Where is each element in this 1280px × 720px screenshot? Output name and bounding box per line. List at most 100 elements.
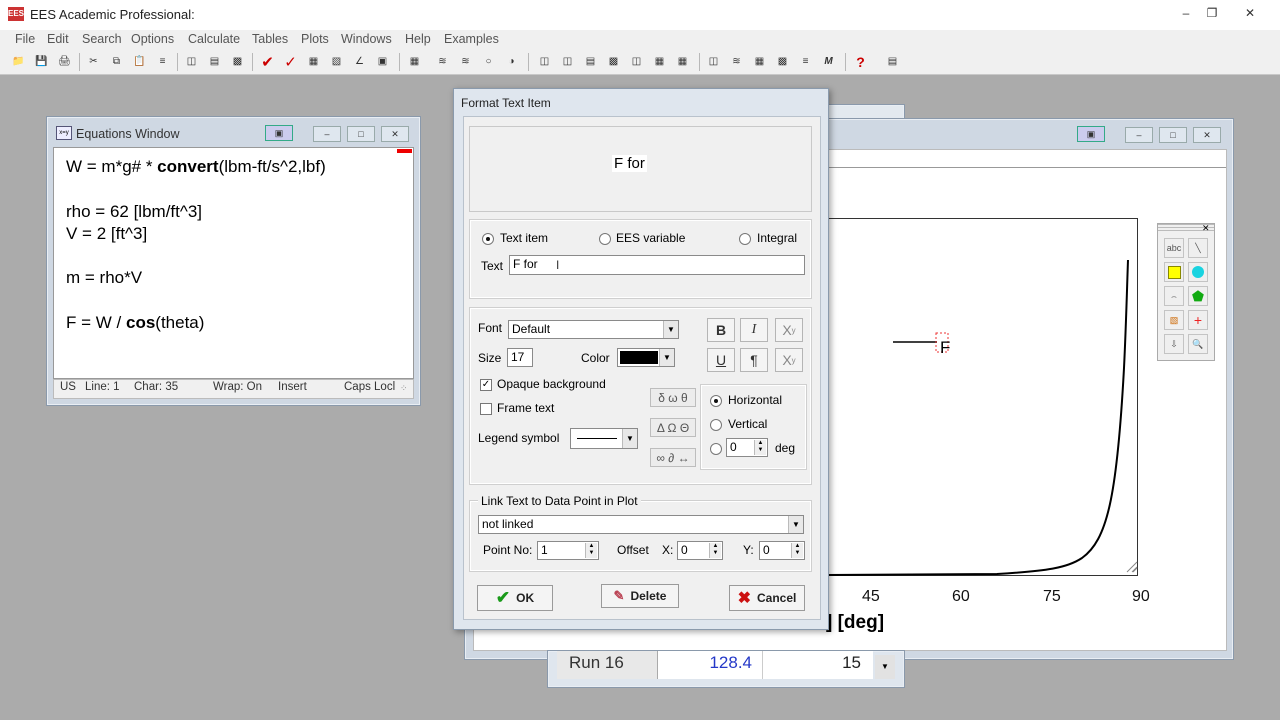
delete-button[interactable]: ✎ Delete [601,584,679,608]
text-icon[interactable]: ◫ [705,53,722,70]
parametric-table-icon[interactable]: ▧ [328,53,345,70]
math-symbols-button[interactable]: ∞ ∂ ↔ [650,448,696,467]
text-tool-icon[interactable]: abc [1164,238,1184,258]
cut-icon[interactable]: ✂ [85,53,102,70]
menu-options[interactable]: Options [131,32,174,46]
zoom-tool-icon[interactable]: 🔍 [1188,334,1208,354]
solve-icon[interactable]: ✓ [282,53,299,71]
rectangle-tool-icon[interactable] [1164,262,1184,282]
plot-window-pin-icon[interactable]: ▣ [1077,126,1105,142]
curve-fit-icon[interactable]: ◑ [503,53,520,70]
superscript-button[interactable]: Xy [775,348,803,372]
check-units-icon[interactable]: ✔ [259,53,276,71]
color-picker[interactable]: ▼ [617,348,675,367]
equations-restore-icon[interactable]: □ [347,126,375,142]
integral-radio[interactable] [739,233,751,245]
align-icon[interactable]: ≡ [797,53,814,70]
oval-tool-icon[interactable] [1188,262,1208,282]
spinner-icon[interactable]: ▲ ▼ [585,543,597,558]
save-icon[interactable]: 💾 [33,53,50,70]
spinner-icon[interactable]: ▲ ▼ [791,543,803,558]
calculator-icon[interactable]: ▦ [305,53,322,70]
opaque-background-checkbox[interactable]: ✓ [480,379,492,391]
angle-input[interactable]: 0 ▲ ▼ [726,438,768,457]
equations-editor[interactable]: W = m*g# * convert(lbm-ft/s^2,lbf) rho = … [53,147,414,379]
ok-button[interactable]: ✔ OK [477,585,553,611]
plot-minimize-icon[interactable]: – [1125,127,1153,143]
image-icon[interactable]: ▩ [774,53,791,70]
chart-grid-icon[interactable]: ▦ [751,53,768,70]
bold-button[interactable]: B [707,318,735,342]
xy-icon[interactable]: ◫ [536,53,553,70]
font-select[interactable]: Default ▼ [508,320,679,339]
crosshair-tool-icon[interactable]: + [1188,310,1208,330]
format-icon[interactable]: ≡ [154,53,171,70]
table-window-icon[interactable]: ▦ [406,53,423,70]
menu-windows[interactable]: Windows [341,32,392,46]
spinner-icon[interactable]: ▲ ▼ [754,440,766,455]
menu-tables[interactable]: Tables [252,32,288,46]
math-icon[interactable]: M [820,53,837,70]
grid-icon[interactable]: ▦ [651,53,668,70]
text-item-radio[interactable] [482,233,494,245]
solution-window-icon[interactable]: ▩ [229,53,246,70]
chart-icon[interactable]: ≋ [728,53,745,70]
list-icon[interactable]: ▤ [582,53,599,70]
menu-plots[interactable]: Plots [301,32,329,46]
spinner-icon[interactable]: ▲ ▼ [709,543,721,558]
cancel-button[interactable]: ✖ Cancel [729,585,805,611]
equations-window-icon[interactable]: ◫ [183,53,200,70]
plot-icon[interactable]: ∠ [351,53,368,70]
pointer-help-icon[interactable]: ▤ [884,53,901,70]
italic-button[interactable]: I [740,318,768,342]
formatted-equations-icon[interactable]: ▤ [206,53,223,70]
palette-close-icon[interactable]: ✕ [1202,223,1210,234]
table-cell[interactable]: 128.4 [658,651,763,679]
frame-text-checkbox[interactable] [480,403,492,415]
horizontal-radio[interactable] [710,395,722,407]
polygon-tool-icon[interactable]: ⬟ [1188,286,1208,306]
offset-y-input[interactable]: 0 ▲ ▼ [759,541,805,560]
print-icon[interactable]: 🖨 [56,53,73,70]
help-icon[interactable]: ? [852,53,869,70]
equations-minimize-icon[interactable]: – [313,126,341,142]
open-folder-icon[interactable]: 📁 [10,53,27,70]
property-plot-icon[interactable]: ≋ [457,53,474,70]
minimize-icon[interactable]: – [1172,4,1200,22]
lookup-table-icon[interactable]: ▣ [374,53,391,70]
resize-grip-icon[interactable]: ⁘ [400,383,408,394]
greek-lower-button[interactable]: δ ω θ [650,388,696,407]
line-tool-icon[interactable]: ╲ [1188,238,1208,258]
size-input[interactable]: 17 [507,348,533,367]
angle-radio[interactable] [710,443,722,455]
plot-text-item[interactable]: F [940,338,950,358]
residuals-icon[interactable]: ▩ [605,53,622,70]
curve-tool-icon[interactable]: ⌢ [1164,286,1184,306]
underline-button[interactable]: U [707,348,735,372]
arrays-icon[interactable]: ◫ [559,53,576,70]
equations-pin-icon[interactable]: ▣ [265,125,293,141]
table-icon[interactable]: ▦ [674,53,691,70]
table-cell[interactable]: 15 [763,651,873,679]
table-dropdown-icon[interactable]: ▼ [875,655,895,679]
ees-variable-radio[interactable] [599,233,611,245]
plot-restore-icon[interactable]: □ [1159,127,1187,143]
subscript-button[interactable]: Xy [775,318,803,342]
close-icon[interactable]: ✕ [1236,4,1264,22]
menu-help[interactable]: Help [405,32,431,46]
align-tool-icon[interactable]: ▧ [1164,310,1184,330]
import-tool-icon[interactable]: ⇩ [1164,334,1184,354]
paste-icon[interactable]: 📋 [131,53,148,70]
copy-icon[interactable]: ⧉ [108,53,125,70]
point-no-input[interactable]: 1 ▲ ▼ [537,541,599,560]
menu-edit[interactable]: Edit [47,32,69,46]
legend-symbol-select[interactable]: ▼ [570,428,638,449]
vertical-radio[interactable] [710,419,722,431]
plot-window-icon[interactable]: ≋ [434,53,451,70]
xy-plot-icon[interactable]: ○ [480,53,497,70]
diagram-icon[interactable]: ◫ [628,53,645,70]
restore-icon[interactable]: ❐ [1198,4,1226,22]
plot-close-icon[interactable]: ✕ [1193,127,1221,143]
paragraph-button[interactable]: ¶ [740,348,768,372]
equations-close-icon[interactable]: ✕ [381,126,409,142]
